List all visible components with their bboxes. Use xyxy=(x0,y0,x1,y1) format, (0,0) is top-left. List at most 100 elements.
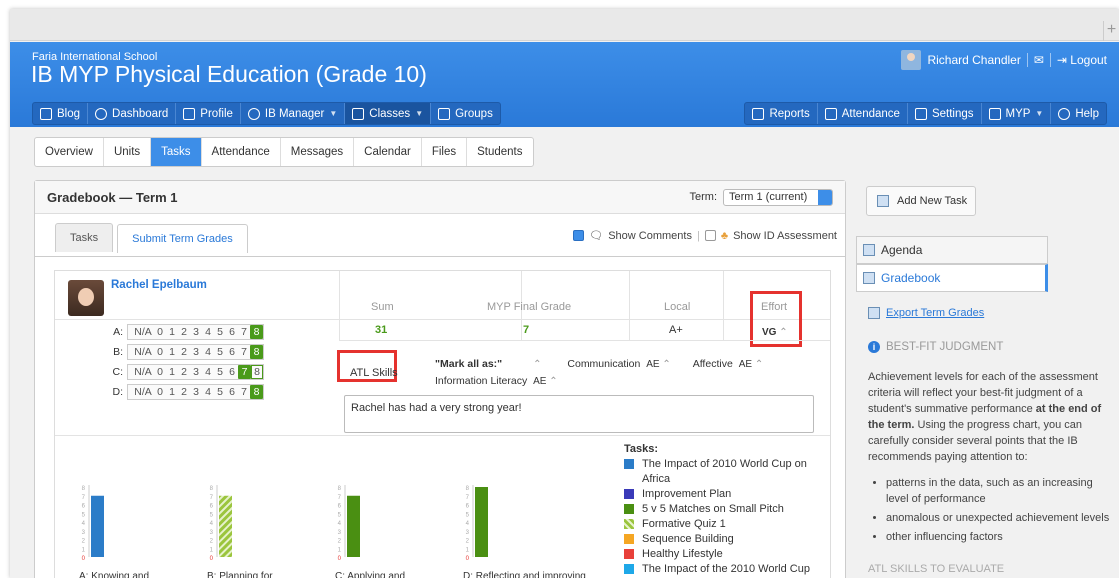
nav-reports[interactable]: Reports xyxy=(745,103,818,124)
level-option[interactable]: 8 xyxy=(250,325,263,339)
term-select[interactable]: Term 1 (current) xyxy=(723,188,833,206)
logout-link[interactable]: ⇥ Logout xyxy=(1057,53,1107,67)
tab-students[interactable]: Students xyxy=(467,138,532,166)
level-option[interactable]: 4 xyxy=(202,386,214,398)
level-option[interactable]: 1 xyxy=(166,386,178,398)
level-option[interactable]: 4 xyxy=(202,326,214,338)
skill-communication-select[interactable]: AE ⌃ xyxy=(646,357,671,373)
level-option[interactable]: 6 xyxy=(226,386,238,398)
level-option[interactable]: 0 xyxy=(154,386,166,398)
legend-item[interactable]: Formative Quiz 1 xyxy=(624,517,824,532)
show-comments-label[interactable]: Show Comments xyxy=(608,230,692,242)
level-option[interactable]: 7 xyxy=(238,365,251,379)
nav-groups[interactable]: Groups xyxy=(431,103,500,124)
level-option[interactable]: 6 xyxy=(226,326,238,338)
mark-all-row: "Mark all as:" ⌃ Communication AE ⌃ Affe… xyxy=(435,356,815,390)
user-avatar[interactable] xyxy=(901,50,922,70)
level-option[interactable]: N/A xyxy=(132,346,154,358)
tab-overview[interactable]: Overview xyxy=(35,138,104,166)
level-option[interactable]: 1 xyxy=(166,326,178,338)
chart-bar[interactable] xyxy=(219,495,232,557)
legend-item[interactable]: The Impact of the 2010 World Cup xyxy=(624,562,824,577)
level-option[interactable]: N/A xyxy=(132,386,154,398)
tab-messages[interactable]: Messages xyxy=(281,138,355,166)
show-id-label[interactable]: Show ID Assessment xyxy=(733,230,837,242)
nav-myp[interactable]: MYP ▼ xyxy=(982,103,1052,124)
student-name[interactable]: Rachel Epelbaum xyxy=(111,279,207,291)
chart-bar[interactable] xyxy=(91,495,104,557)
level-option[interactable]: 4 xyxy=(202,346,214,358)
level-option[interactable]: 6 xyxy=(226,346,238,358)
mail-icon[interactable]: ✉ xyxy=(1034,53,1044,67)
user-name[interactable]: Richard Chandler xyxy=(927,53,1020,67)
nav-attendance[interactable]: Attendance xyxy=(818,103,908,124)
chart-bar[interactable] xyxy=(475,487,488,557)
nav-profile[interactable]: Profile xyxy=(176,103,241,124)
nav-help[interactable]: Help xyxy=(1051,103,1106,124)
level-option[interactable]: 3 xyxy=(190,386,202,398)
comment-textarea[interactable]: Rachel has had a very strong year! xyxy=(344,395,814,433)
level-option[interactable]: 2 xyxy=(178,326,190,338)
level-option[interactable]: 1 xyxy=(166,366,178,378)
gradebook-panel: Gradebook — Term 1 Term: Term 1 (current… xyxy=(34,180,846,578)
level-option[interactable]: 8 xyxy=(251,365,263,379)
level-option[interactable]: 3 xyxy=(190,346,202,358)
subtab-submit-term-grades[interactable]: Submit Term Grades xyxy=(117,224,248,253)
tab-units[interactable]: Units xyxy=(104,138,152,166)
tab-attendance[interactable]: Attendance xyxy=(202,138,281,166)
sidebar-tab-gradebook[interactable]: Gradebook xyxy=(856,264,1048,292)
tab-calendar[interactable]: Calendar xyxy=(354,138,422,166)
nav-ib-manager[interactable]: IB Manager ▼ xyxy=(241,103,346,124)
legend-item[interactable]: 5 v 5 Matches on Small Pitch xyxy=(624,502,824,517)
add-task-button[interactable]: Add New Task xyxy=(866,186,976,216)
level-option[interactable]: 0 xyxy=(154,326,166,338)
skill-info-literacy-select[interactable]: AE ⌃ xyxy=(533,374,558,390)
nav-label: Dashboard xyxy=(112,107,169,120)
level-option[interactable]: N/A xyxy=(132,326,154,338)
show-comments-checkbox[interactable] xyxy=(573,230,585,241)
legend-item[interactable]: Healthy Lifestyle xyxy=(624,547,824,562)
nav-settings[interactable]: Settings xyxy=(908,103,982,124)
divider: | xyxy=(696,229,700,242)
level-option[interactable]: 5 xyxy=(214,326,226,338)
level-option[interactable]: 3 xyxy=(190,366,202,378)
level-option[interactable]: 1 xyxy=(166,346,178,358)
legend-item[interactable]: The Impact of 2010 World Cup on Africa xyxy=(624,457,824,487)
tab-files[interactable]: Files xyxy=(422,138,468,166)
level-option[interactable]: 2 xyxy=(178,346,190,358)
level-option[interactable]: 5 xyxy=(214,346,226,358)
nav-dashboard[interactable]: Dashboard xyxy=(88,103,177,124)
category-label: D: Reflecting and improving xyxy=(463,571,586,578)
level-option[interactable]: 4 xyxy=(202,366,214,378)
subtab-tasks[interactable]: Tasks xyxy=(55,223,114,252)
tab-tasks[interactable]: Tasks xyxy=(151,138,202,166)
level-option[interactable]: 2 xyxy=(178,386,190,398)
chart-bar[interactable] xyxy=(347,495,360,557)
mark-all-label[interactable]: "Mark all as:" xyxy=(435,358,502,370)
level-option[interactable]: 0 xyxy=(154,366,166,378)
level-option[interactable]: 7 xyxy=(238,386,250,398)
level-option[interactable]: 8 xyxy=(250,385,263,399)
new-tab-plus-icon[interactable]: + xyxy=(1103,21,1119,41)
level-option[interactable]: 7 xyxy=(238,326,250,338)
show-id-checkbox[interactable] xyxy=(704,230,716,241)
level-option[interactable]: 2 xyxy=(178,366,190,378)
level-option[interactable]: 5 xyxy=(214,366,226,378)
skill-affective-select[interactable]: AE ⌃ xyxy=(739,357,764,373)
legend-item[interactable]: Sequence Building xyxy=(624,532,824,547)
level-option[interactable]: 7 xyxy=(238,346,250,358)
level-option[interactable]: 6 xyxy=(226,366,238,378)
level-option[interactable]: 0 xyxy=(154,346,166,358)
level-option[interactable]: N/A xyxy=(132,366,154,378)
legend-item[interactable]: Improvement Plan xyxy=(624,487,824,502)
nav-classes[interactable]: Classes ▼ xyxy=(345,103,432,124)
export-term-grades-link[interactable]: Export Term Grades xyxy=(868,305,1119,321)
sidebar-tab-agenda[interactable]: Agenda xyxy=(856,236,1048,264)
nav-blog[interactable]: Blog xyxy=(33,103,89,124)
list-item: other influencing factors xyxy=(886,529,1118,545)
level-option[interactable]: 5 xyxy=(214,386,226,398)
level-option[interactable]: 8 xyxy=(250,345,263,359)
add-task-label: Add New Task xyxy=(897,195,968,207)
mark-all-select-icon[interactable]: ⌃ xyxy=(533,357,541,373)
level-option[interactable]: 3 xyxy=(190,326,202,338)
